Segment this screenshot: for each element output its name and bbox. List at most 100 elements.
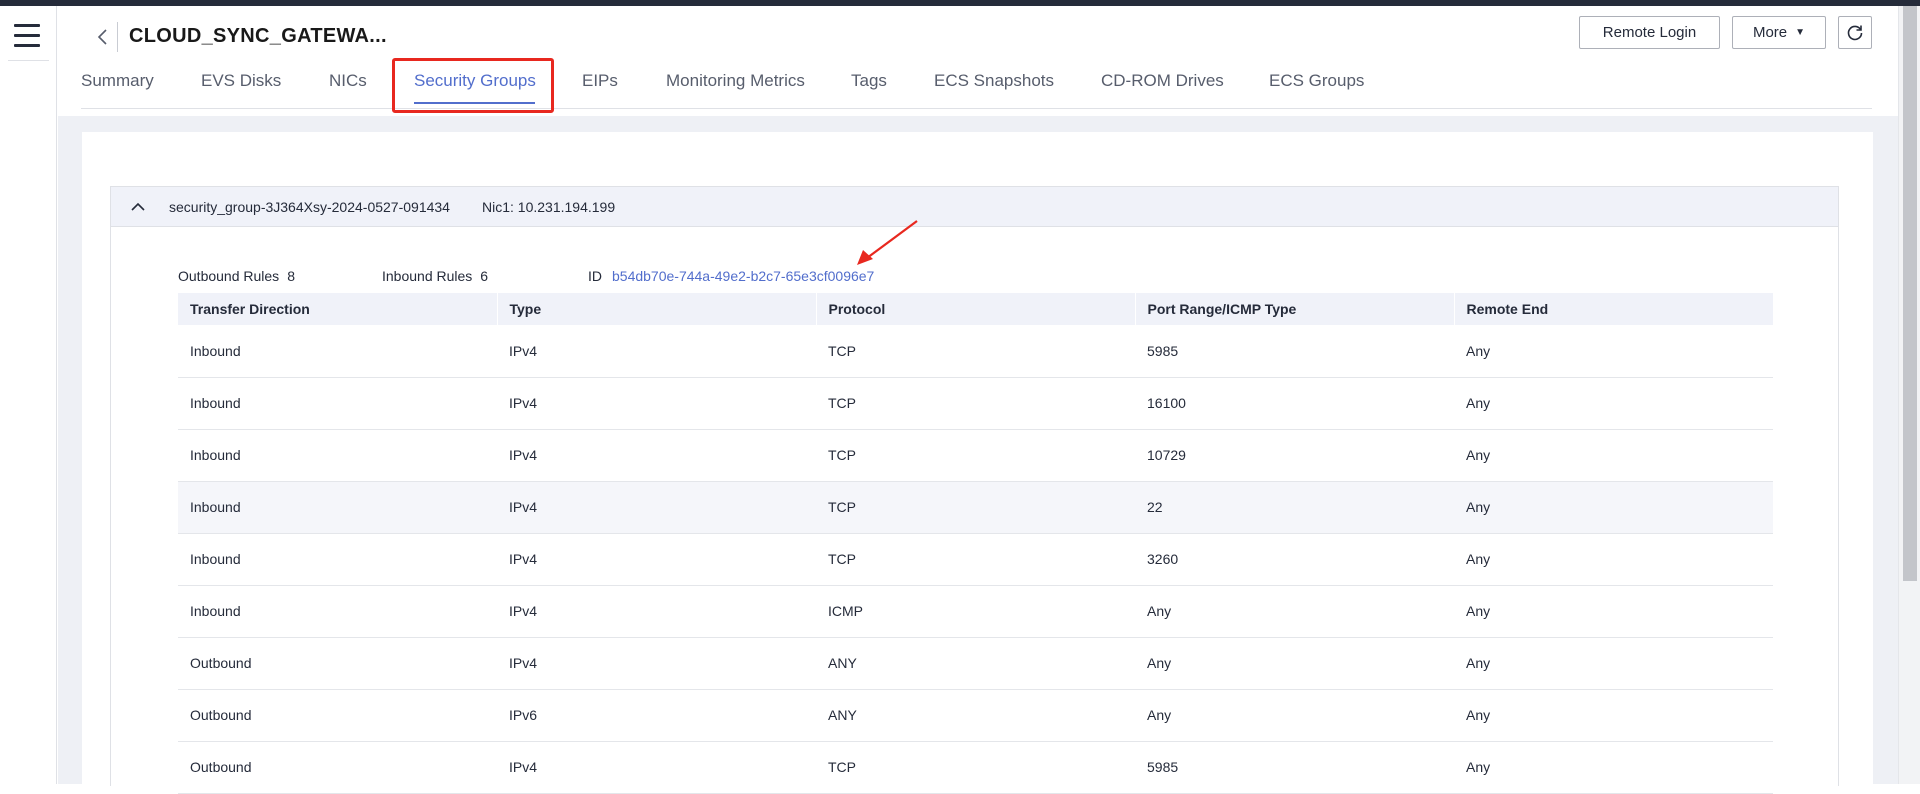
refresh-button[interactable]: [1838, 16, 1872, 49]
cell-port-range: Any: [1135, 637, 1454, 690]
cell-port-range: 3260: [1135, 533, 1454, 586]
table-row[interactable]: Outbound IPv4 ANY Any Any: [178, 637, 1773, 690]
cell-remote-end: Any: [1454, 533, 1773, 586]
table-row[interactable]: Inbound IPv4 TCP 3260 Any: [178, 533, 1773, 586]
cell-protocol: ANY: [816, 637, 1135, 690]
cell-type: IPv6: [497, 689, 816, 742]
cell-protocol: ANY: [816, 689, 1135, 742]
tab-evs-disks[interactable]: EVS Disks: [201, 71, 281, 91]
rail-divider: [8, 60, 49, 61]
table-row[interactable]: Inbound IPv4 TCP 10729 Any: [178, 429, 1773, 482]
column-header-protocol[interactable]: Protocol: [815, 293, 1135, 325]
security-group-id: ID b54db70e-744a-49e2-b2c7-65e3cf0096e7: [588, 268, 874, 284]
cell-remote-end: Any: [1454, 637, 1773, 690]
cell-remote-end: Any: [1454, 377, 1773, 430]
security-group-card: security_group-3J364Xsy-2024-0527-091434…: [110, 186, 1839, 794]
tab-security-groups[interactable]: Security Groups: [414, 71, 536, 91]
inbound-rules-summary: Inbound Rules 6: [382, 268, 488, 284]
inbound-rules-count: 6: [480, 268, 489, 284]
hamburger-icon[interactable]: [14, 24, 40, 48]
column-header-remote-end[interactable]: Remote End: [1453, 293, 1773, 325]
tab-tags[interactable]: Tags: [851, 71, 887, 91]
cell-port-range: 16100: [1135, 377, 1454, 430]
table-header-row: Transfer Direction Type Protocol Port Ra…: [178, 293, 1773, 325]
id-label: ID: [588, 268, 602, 284]
cell-type: IPv4: [497, 481, 816, 534]
table-row[interactable]: Inbound IPv4 TCP 5985 Any: [178, 325, 1773, 378]
security-group-id-link[interactable]: b54db70e-744a-49e2-b2c7-65e3cf0096e7: [612, 268, 874, 284]
scrollbar-thumb[interactable]: [1903, 6, 1917, 581]
tab-eips[interactable]: EIPs: [582, 71, 618, 91]
cell-transfer-direction: Outbound: [178, 637, 497, 690]
cell-type: IPv4: [497, 429, 816, 482]
outbound-rules-count: 8: [287, 268, 295, 284]
cell-remote-end: Any: [1454, 741, 1773, 794]
table-row[interactable]: Inbound IPv4 TCP 16100 Any: [178, 377, 1773, 430]
tab-ecs-snapshots[interactable]: ECS Snapshots: [934, 71, 1054, 91]
security-group-header[interactable]: security_group-3J364Xsy-2024-0527-091434…: [111, 187, 1838, 227]
cell-port-range: Any: [1135, 689, 1454, 742]
cell-protocol: TCP: [816, 741, 1135, 794]
more-button[interactable]: More ▼: [1732, 16, 1826, 49]
inbound-rules-label: Inbound Rules: [382, 268, 473, 284]
cell-transfer-direction: Inbound: [178, 481, 497, 534]
table-row[interactable]: Inbound IPv4 ICMP Any Any: [178, 585, 1773, 638]
refresh-icon: [1847, 25, 1863, 40]
vertical-scrollbar[interactable]: [1898, 6, 1920, 784]
tab-monitoring-metrics[interactable]: Monitoring Metrics: [666, 71, 805, 91]
cell-protocol: TCP: [816, 481, 1135, 534]
tab-bar: Summary EVS Disks NICs Security Groups E…: [81, 59, 1872, 109]
table-row[interactable]: Outbound IPv6 ANY Any Any: [178, 689, 1773, 742]
tab-cd-rom-drives[interactable]: CD-ROM Drives: [1101, 71, 1224, 91]
cell-type: IPv4: [497, 741, 816, 794]
cell-transfer-direction: Inbound: [178, 325, 497, 378]
security-groups-panel: security_group-3J364Xsy-2024-0527-091434…: [82, 132, 1873, 794]
column-header-type[interactable]: Type: [496, 293, 816, 325]
column-header-port-range[interactable]: Port Range/ICMP Type: [1134, 293, 1454, 325]
active-tab-underline: [414, 102, 535, 104]
cell-protocol: TCP: [816, 533, 1135, 586]
cell-protocol: TCP: [816, 325, 1135, 378]
chevron-up-icon[interactable]: [129, 198, 147, 216]
back-button[interactable]: [88, 22, 118, 52]
security-group-name: security_group-3J364Xsy-2024-0527-091434: [169, 199, 450, 215]
more-button-label: More: [1752, 24, 1788, 41]
tab-ecs-groups[interactable]: ECS Groups: [1269, 71, 1364, 91]
cell-type: IPv4: [497, 533, 816, 586]
column-header-transfer-direction[interactable]: Transfer Direction: [178, 293, 497, 325]
cell-remote-end: Any: [1454, 689, 1773, 742]
cell-transfer-direction: Inbound: [178, 585, 497, 638]
cell-type: IPv4: [497, 585, 816, 638]
chevron-left-icon: [97, 29, 107, 45]
cell-protocol: TCP: [816, 377, 1135, 430]
security-rules-table: Transfer Direction Type Protocol Port Ra…: [178, 293, 1773, 794]
main-content: CLOUD_SYNC_GATEWA... Remote Login More ▼…: [58, 6, 1898, 794]
page-title: CLOUD_SYNC_GATEWA...: [129, 25, 387, 47]
caret-down-icon: ▼: [1795, 27, 1806, 38]
cell-type: IPv4: [497, 325, 816, 378]
table-row[interactable]: Inbound IPv4 TCP 22 Any: [178, 481, 1773, 534]
tab-summary[interactable]: Summary: [81, 71, 154, 91]
outbound-rules-label: Outbound Rules: [178, 268, 280, 284]
cell-port-range: Any: [1135, 585, 1454, 638]
remote-login-button[interactable]: Remote Login: [1579, 16, 1720, 49]
cell-remote-end: Any: [1454, 481, 1773, 534]
cell-port-range: 22: [1135, 481, 1454, 534]
security-group-nic: Nic1: 10.231.194.199: [482, 199, 616, 215]
table-row[interactable]: Outbound IPv4 TCP 5985 Any: [178, 741, 1773, 794]
cell-transfer-direction: Outbound: [178, 741, 497, 794]
cell-transfer-direction: Inbound: [178, 377, 497, 430]
cell-port-range: 5985: [1135, 325, 1454, 378]
page-header: CLOUD_SYNC_GATEWA... Remote Login More ▼…: [58, 6, 1898, 116]
cell-type: IPv4: [497, 377, 816, 430]
cell-port-range: 5985: [1135, 741, 1454, 794]
tab-nics[interactable]: NICs: [329, 71, 367, 91]
cell-type: IPv4: [497, 637, 816, 690]
cell-transfer-direction: Inbound: [178, 429, 497, 482]
cell-transfer-direction: Inbound: [178, 533, 497, 586]
cell-remote-end: Any: [1454, 325, 1773, 378]
outbound-rules-summary: Outbound Rules 8: [178, 268, 295, 284]
cell-port-range: 10729: [1135, 429, 1454, 482]
cell-remote-end: Any: [1454, 429, 1773, 482]
cell-protocol: ICMP: [816, 585, 1135, 638]
